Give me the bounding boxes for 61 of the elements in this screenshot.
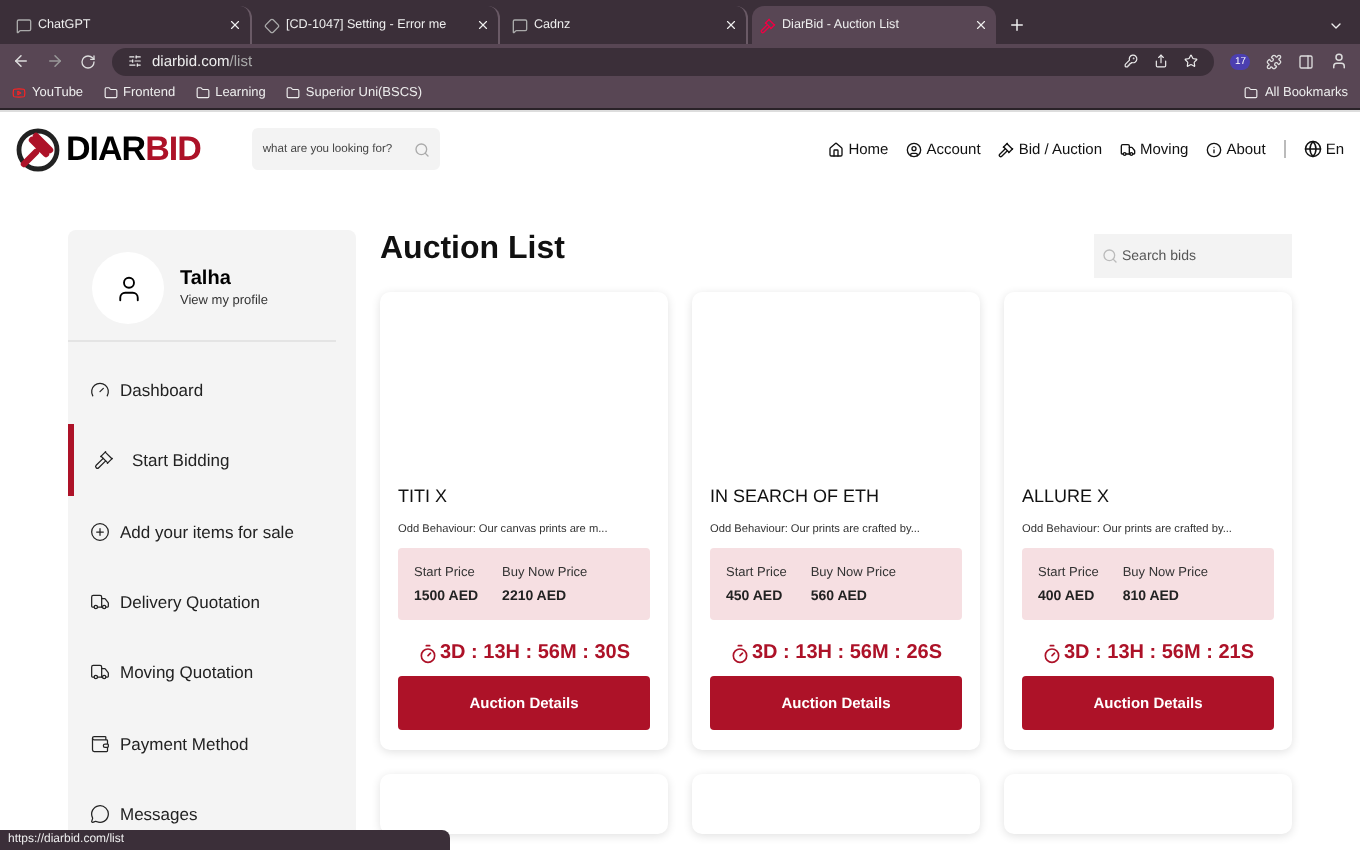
menu-icon — [90, 804, 110, 825]
globe-icon — [1303, 140, 1322, 158]
chevron-down-icon[interactable] — [1328, 18, 1344, 34]
nav-icon — [998, 141, 1015, 157]
countdown-text: 3D : 13H : 56M : 21S — [1063, 642, 1255, 664]
site-info-icon[interactable] — [128, 54, 142, 68]
logo-text: BID — [145, 129, 201, 169]
search-icon — [414, 141, 431, 157]
countdown-text: 3D : 13H : 56M : 30S — [439, 642, 631, 664]
video-icon — [12, 86, 26, 100]
sidebar-item[interactable]: Delivery Quotation — [68, 566, 336, 638]
close-icon[interactable] — [724, 18, 738, 32]
profile-icon[interactable] — [1330, 52, 1348, 70]
menu-icon — [90, 733, 110, 754]
gavel-logo-icon — [16, 127, 60, 171]
nav-icon — [1120, 141, 1137, 157]
timer-icon — [1041, 643, 1062, 663]
bookmark-star-icon[interactable] — [1184, 54, 1199, 68]
side-panel-icon[interactable] — [1298, 53, 1314, 69]
folder-icon — [103, 86, 118, 100]
close-icon[interactable] — [228, 18, 242, 32]
sidebar-item[interactable]: Payment Method — [68, 708, 336, 780]
forward-icon[interactable] — [46, 52, 64, 70]
user-icon — [113, 273, 143, 303]
card-title: TITI X — [398, 486, 449, 506]
menu-icon — [90, 521, 110, 542]
folder-icon — [285, 86, 300, 100]
sidebar-item[interactable]: Moving Quotation — [68, 637, 336, 709]
page-title: Auction List — [380, 232, 565, 268]
sidebar-item[interactable]: Add your items for sale — [68, 495, 336, 567]
share-icon[interactable] — [1154, 54, 1169, 68]
menu-icon — [94, 450, 114, 471]
menu-icon — [90, 379, 110, 400]
search-icon — [1102, 248, 1118, 264]
tab-favicon-icon — [264, 17, 280, 33]
close-icon[interactable] — [476, 18, 490, 32]
tab-favicon-icon — [16, 17, 32, 33]
key-icon[interactable] — [1124, 54, 1139, 68]
card-title: IN SEARCH OF ETH — [710, 486, 882, 506]
card-title: ALLURE X — [1022, 486, 1112, 506]
tab-favicon-icon — [512, 17, 528, 33]
nav-icon — [828, 141, 845, 157]
new-tab-icon[interactable] — [1008, 16, 1026, 34]
timer-icon — [417, 643, 438, 663]
nav-icon — [906, 141, 923, 157]
folder-icon — [195, 86, 210, 100]
countdown-text: 3D : 13H : 56M : 26S — [751, 642, 943, 664]
tab-favicon-icon — [760, 17, 776, 33]
puzzle-icon[interactable] — [1266, 53, 1282, 69]
back-icon[interactable] — [12, 52, 30, 70]
close-icon[interactable] — [974, 18, 988, 32]
timer-icon — [729, 643, 750, 663]
sidebar-item[interactable]: Dashboard — [68, 353, 336, 425]
logo-text: DIAR — [66, 129, 146, 169]
user-name: Talha — [180, 268, 233, 290]
nav-icon — [1206, 141, 1223, 157]
reload-icon[interactable] — [80, 53, 96, 69]
menu-icon — [90, 662, 110, 683]
menu-icon — [90, 592, 110, 613]
sidebar-item[interactable]: Start Bidding — [68, 424, 336, 496]
folder-icon — [1244, 86, 1259, 100]
